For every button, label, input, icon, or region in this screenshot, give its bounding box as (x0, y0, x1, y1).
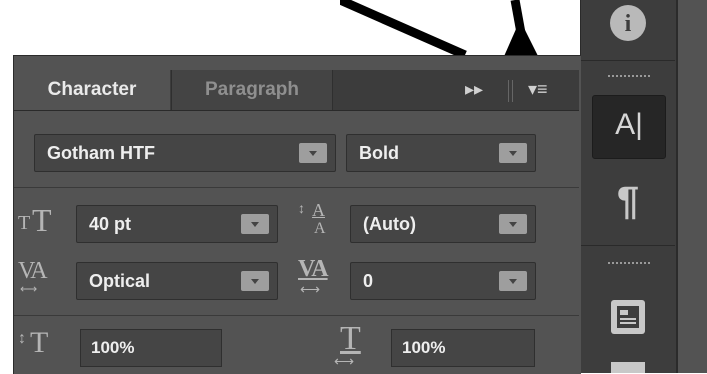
font-size-icon: T T (18, 202, 52, 238)
chevron-down-icon (241, 214, 269, 234)
collapse-icon[interactable]: ▸▸ (465, 79, 483, 100)
chevron-down-icon (499, 214, 527, 234)
dock-button-partial[interactable] (611, 362, 645, 373)
horizontal-scale-icon: T ⟷ (334, 320, 361, 370)
info-dock-button[interactable]: i (610, 5, 646, 41)
chevron-down-icon (499, 143, 527, 163)
vertical-scale-icon: ↕ T (18, 326, 49, 359)
kerning-value: Optical (89, 271, 151, 291)
section-divider (14, 187, 579, 188)
kerning-dropdown[interactable]: Optical (76, 262, 278, 300)
vertical-scale-value: 100% (91, 338, 135, 357)
vertical-scale-input[interactable]: 100% (80, 329, 222, 367)
font-style-value: Bold (359, 143, 399, 163)
paragraph-styles-dock-button[interactable] (611, 300, 645, 334)
leading-value: (Auto) (363, 214, 416, 234)
chevron-down-icon (499, 271, 527, 291)
character-dock-button[interactable]: A| (592, 95, 666, 159)
tracking-icon: VA ⟷ (298, 256, 329, 298)
workspace-edge (676, 0, 707, 373)
tracking-dropdown[interactable]: 0 (350, 262, 536, 300)
panel-menu-icon[interactable]: ▾≡ (528, 79, 548, 100)
chevron-down-icon (299, 143, 327, 163)
font-family-value: Gotham HTF (47, 143, 155, 163)
horizontal-scale-input[interactable]: 100% (391, 329, 535, 367)
panel-divider (508, 80, 513, 102)
kerning-icon: VA ⟷ (18, 258, 48, 296)
tracking-value: 0 (363, 271, 374, 291)
paragraph-icon: ¶ (616, 179, 640, 223)
leading-icon: ↕ A A (298, 200, 326, 237)
styles-icon (617, 306, 639, 328)
character-icon: A| (615, 108, 643, 141)
font-size-value: 40 pt (89, 214, 132, 234)
tab-character[interactable]: Character (14, 70, 170, 110)
info-icon: i (624, 11, 632, 37)
dock-grip[interactable] (608, 75, 652, 77)
font-size-dropdown[interactable]: 40 pt (76, 205, 278, 243)
paragraph-dock-button[interactable]: ¶ (592, 175, 664, 230)
chevron-down-icon (241, 271, 269, 291)
tab-paragraph[interactable]: Paragraph (171, 70, 333, 110)
dock-separator (580, 245, 675, 246)
font-style-dropdown[interactable]: Bold (346, 134, 536, 172)
horizontal-scale-value: 100% (402, 338, 446, 357)
leading-dropdown[interactable]: (Auto) (350, 205, 536, 243)
dock-grip[interactable] (608, 262, 652, 264)
dock-separator (580, 60, 675, 61)
section-divider (14, 315, 579, 316)
font-family-dropdown[interactable]: Gotham HTF (34, 134, 336, 172)
